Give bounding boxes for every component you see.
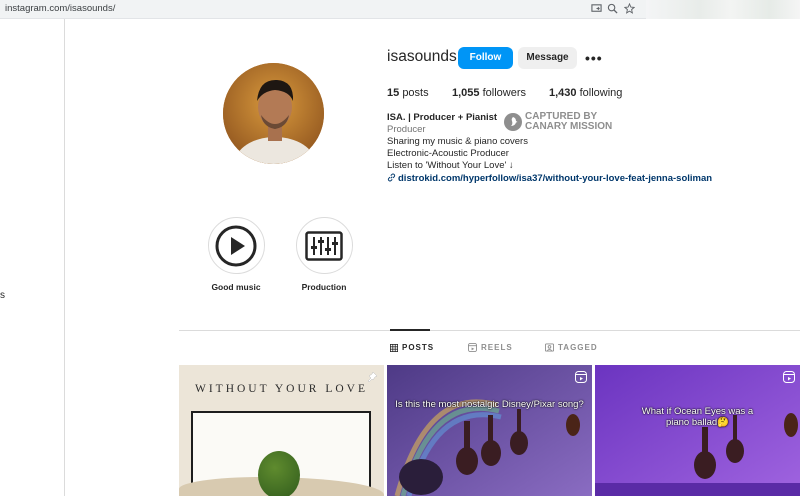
tabs-divider (179, 330, 800, 331)
browser-address-bar[interactable]: instagram.com/isasounds/ (0, 0, 646, 19)
followers-label: followers (482, 87, 526, 99)
following-stat[interactable]: 1,430 following (549, 87, 622, 99)
pin-icon (367, 371, 378, 383)
follow-button[interactable]: Follow (458, 47, 513, 69)
sliders-icon (305, 230, 343, 261)
posts-count: 15 (387, 87, 400, 99)
bookmark-star-icon[interactable] (623, 2, 635, 15)
cast-icon[interactable] (590, 3, 602, 15)
watermark-text: CAPTURED BY CANARY MISSION (525, 112, 612, 132)
left-sidebar: s (0, 19, 65, 496)
post-cover-title: WITHOUT YOUR LOVE (194, 383, 368, 395)
blurred-region (646, 0, 800, 19)
bio-line: Listen to 'Without Your Love' ↓ (387, 160, 514, 171)
post-tile[interactable]: What if Ocean Eyes was a piano ballad🤔 (595, 365, 800, 496)
tab-posts[interactable]: POSTS (390, 343, 434, 352)
reel-icon (783, 371, 795, 383)
post-caption: What if Ocean Eyes was a piano ballad🤔 (641, 406, 754, 428)
tab-label: POSTS (402, 343, 435, 352)
highlight-label: Production (301, 282, 347, 292)
highlight-good-music[interactable]: Good music (201, 217, 271, 292)
canary-mission-watermark: CAPTURED BY CANARY MISSION (504, 111, 612, 133)
highlight-production[interactable]: Production (289, 217, 359, 292)
followers-count: 1,055 (452, 87, 480, 99)
highlight-label: Good music (211, 282, 261, 292)
zoom-icon[interactable] (606, 3, 618, 15)
post-tile[interactable]: Is this the most nostalgic Disney/Pixar … (387, 365, 592, 496)
post-thumbnail-art (595, 365, 800, 496)
highlight-cover (295, 217, 353, 274)
message-button[interactable]: Message (518, 47, 577, 69)
active-tab-indicator (390, 329, 430, 331)
post-tile[interactable]: WITHOUT YOUR LOVE (179, 365, 384, 496)
tab-reels[interactable]: REELS (468, 343, 513, 352)
play-icon (215, 225, 257, 266)
sidebar-label-fragment[interactable]: s (0, 290, 5, 301)
grid-icon (390, 343, 398, 352)
following-count: 1,430 (549, 87, 577, 99)
url-text[interactable]: instagram.com/isasounds/ (5, 3, 115, 14)
reels-icon (468, 343, 477, 352)
posts-label: posts (402, 87, 429, 99)
tab-tagged[interactable]: TAGGED (545, 343, 598, 352)
following-label: following (579, 87, 623, 99)
bio-line: Sharing my music & piano covers (387, 136, 528, 147)
bio-link-row[interactable]: distrokid.com/hyperfollow/isa37/without-… (387, 173, 712, 185)
watermark-line-2: CANARY MISSION (525, 121, 613, 132)
profile-username: isasounds (387, 48, 457, 65)
followers-stat[interactable]: 1,055 followers (452, 87, 526, 99)
posts-stat: 15 posts (387, 87, 429, 99)
reel-icon (575, 371, 587, 383)
profile-avatar[interactable] (223, 63, 324, 164)
more-options-icon[interactable]: ••• (585, 50, 603, 66)
tab-label: REELS (481, 343, 513, 352)
post-caption: Is this the most nostalgic Disney/Pixar … (395, 399, 584, 410)
highlight-cover (207, 217, 265, 274)
link-icon (387, 173, 396, 182)
tagged-icon (545, 343, 554, 352)
tab-label: TAGGED (558, 343, 598, 352)
bio-external-link[interactable]: distrokid.com/hyperfollow/isa37/without-… (398, 173, 712, 184)
post-thumbnail-art (387, 365, 592, 496)
canary-logo-icon (504, 113, 522, 131)
album-art-tree (258, 451, 300, 496)
bio-line: Electronic-Acoustic Producer (387, 148, 509, 159)
